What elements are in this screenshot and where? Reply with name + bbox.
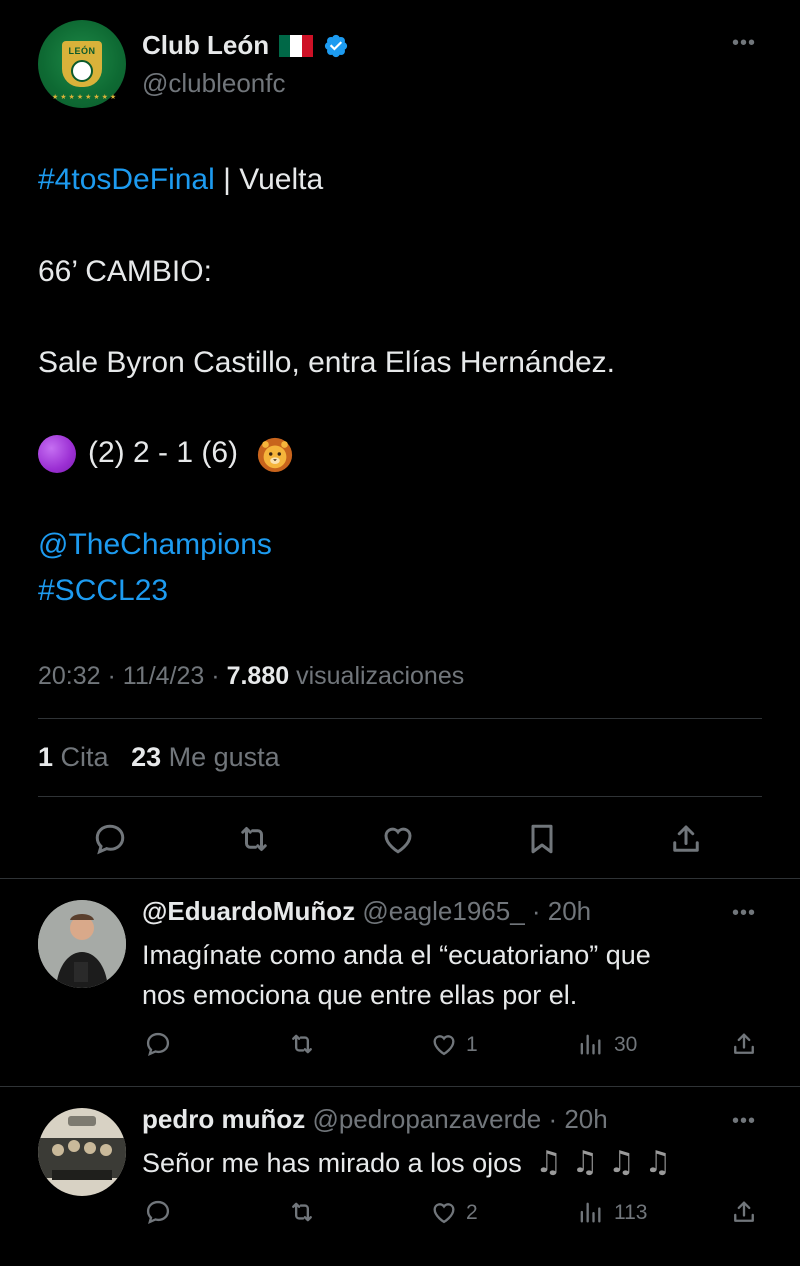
like-count: 2: [466, 1201, 478, 1224]
hashtag-sccl23[interactable]: #SCCL23: [38, 573, 168, 609]
likes-count: 23: [131, 742, 162, 772]
reply-avatar[interactable]: [38, 900, 126, 988]
reply-time[interactable]: 20h: [564, 1104, 607, 1134]
mexico-flag-icon: [279, 34, 314, 57]
quotes-label: Cita: [60, 742, 109, 772]
verified-badge-icon: [324, 34, 348, 57]
more-icon[interactable]: •••: [732, 32, 756, 55]
more-icon[interactable]: •••: [732, 902, 756, 925]
views-count: 7.880: [226, 662, 290, 690]
reply-text: Señor me has mirado a los ojos: [142, 1148, 522, 1178]
reply-icon[interactable]: [144, 1198, 172, 1226]
share-icon[interactable]: [730, 1198, 758, 1226]
likes-label: Me gusta: [168, 742, 280, 772]
reply-icon[interactable]: [144, 1030, 172, 1058]
score-text: (2) 2 - 1 (6): [88, 436, 239, 469]
heart-icon[interactable]: [430, 1030, 458, 1058]
author-handle[interactable]: @clubleonfc: [142, 68, 285, 99]
divider: [38, 796, 762, 797]
divider: [0, 1086, 800, 1087]
like-count: 1: [466, 1033, 478, 1056]
quotes-count: 1: [38, 742, 54, 772]
likes-stat[interactable]: 23 Me gusta: [131, 742, 280, 772]
title-rest: | Vuelta: [214, 163, 324, 196]
lion-emoji: [258, 437, 293, 473]
reply-author-row[interactable]: pedro muñoz @pedropanzaverde · 20h: [142, 1104, 608, 1135]
reply-icon[interactable]: [92, 821, 128, 857]
retweet-icon[interactable]: [288, 1030, 316, 1058]
tweet-line-cambio: 66’ CAMBIO:: [38, 255, 212, 288]
views-icon[interactable]: [576, 1198, 604, 1226]
reply-author-row[interactable]: @EduardoMuñoz @eagle1965_ · 20h: [142, 896, 591, 927]
tweet-time[interactable]: 20:32: [38, 662, 101, 690]
reply-author-name[interactable]: @EduardoMuñoz: [142, 896, 355, 926]
author-name[interactable]: Club León: [142, 30, 269, 61]
reply-text-line2: nos emociona que entre ellas por el.: [142, 980, 578, 1010]
retweet-icon[interactable]: [236, 821, 272, 857]
view-count: 113: [614, 1201, 648, 1224]
reply-time[interactable]: 20h: [548, 896, 591, 926]
tweet-date[interactable]: 11/4/23: [123, 662, 205, 690]
tweet-title-line: #4tosDeFinal | Vuelta: [38, 162, 323, 198]
mention-thechampions[interactable]: @TheChampions: [38, 527, 272, 563]
tweet-stats: 1 Cita 23 Me gusta: [38, 742, 280, 773]
reply-text-line1: Imagínate como anda el “ecuatoriano” que: [142, 940, 651, 970]
share-icon[interactable]: [668, 821, 704, 857]
heart-icon[interactable]: [380, 821, 416, 857]
author-name-row[interactable]: Club León: [142, 30, 349, 61]
reply-author-handle[interactable]: @pedropanzaverde: [312, 1104, 541, 1134]
views-label: visualizaciones: [296, 662, 465, 690]
hashtag-4tosdefinal[interactable]: #4tosDeFinal: [38, 163, 215, 196]
bookmark-icon[interactable]: [524, 821, 560, 857]
club-leon-crest-logo: LEÓN ★★★★★★★★: [52, 41, 116, 101]
reply-text-row: Señor me has mirado a los ojos ♫ ♫ ♫ ♫: [142, 1144, 671, 1182]
divider: [38, 718, 762, 719]
heart-icon[interactable]: [430, 1198, 458, 1226]
reply-avatar[interactable]: [38, 1108, 126, 1196]
view-count: 30: [614, 1033, 638, 1056]
reply-author-name[interactable]: pedro muñoz: [142, 1104, 305, 1134]
purple-circle-emoji: [38, 435, 76, 474]
tweet-line-score: (2) 2 - 1 (6): [38, 435, 294, 474]
divider: [0, 878, 800, 879]
retweet-icon[interactable]: [288, 1198, 316, 1226]
club-leon-avatar[interactable]: LEÓN ★★★★★★★★: [38, 20, 126, 108]
views-icon[interactable]: [576, 1030, 604, 1058]
tweet-meta: 20:32 · 11/4/23 · 7.880 visualizaciones: [38, 662, 465, 690]
share-icon[interactable]: [730, 1030, 758, 1058]
tweet-line-substitution: Sale Byron Castillo, entra Elías Hernánd…: [38, 346, 615, 379]
music-notes-emoji: ♫ ♫ ♫ ♫: [535, 1145, 672, 1180]
reply-author-handle[interactable]: @eagle1965_: [362, 896, 524, 926]
quotes-stat[interactable]: 1 Cita: [38, 742, 109, 772]
more-icon[interactable]: •••: [732, 1110, 756, 1133]
